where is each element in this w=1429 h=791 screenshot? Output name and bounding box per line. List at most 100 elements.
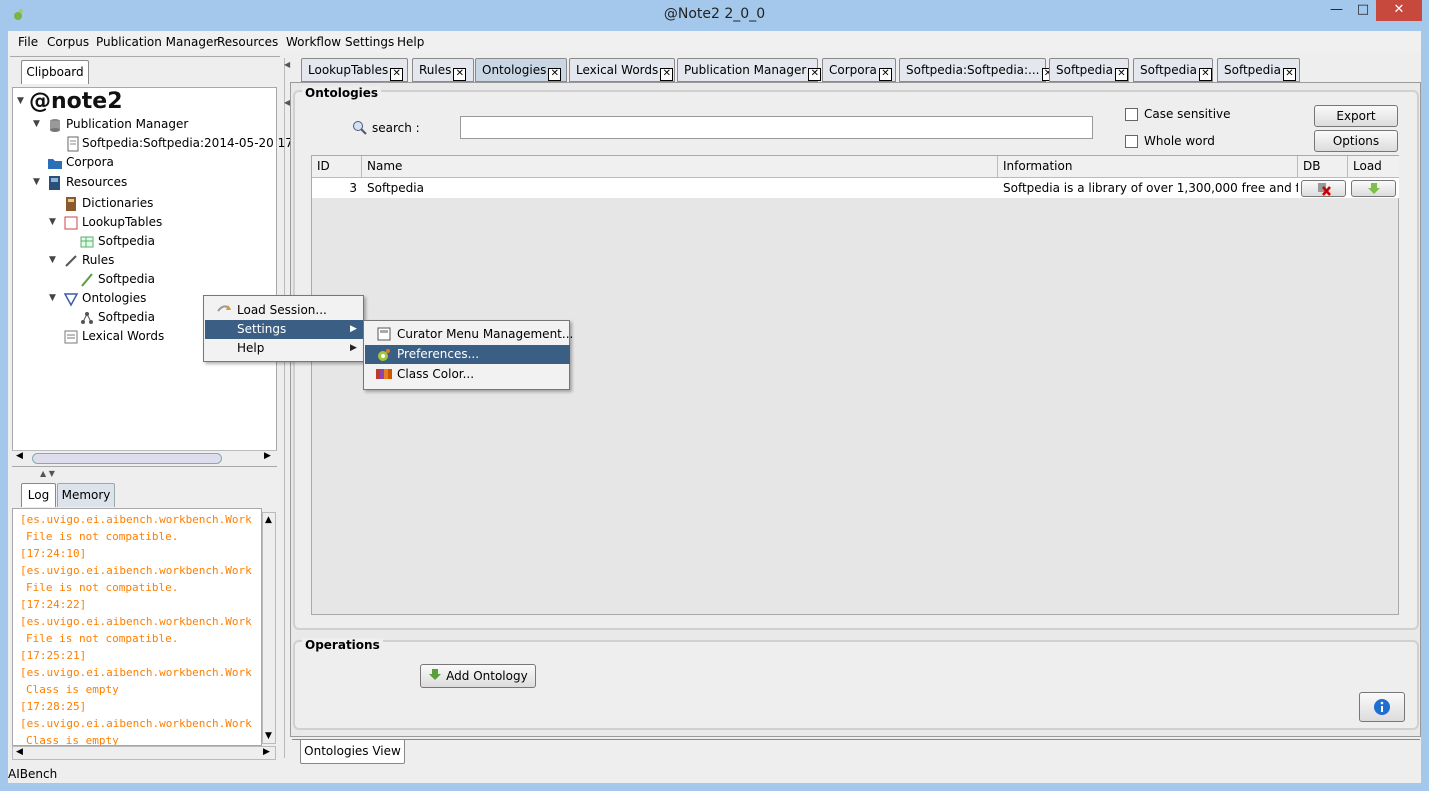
menu-item-class-color[interactable]: Class Color... [365,365,570,384]
menu-item-load-session[interactable]: Load Session... [205,301,364,320]
info-icon [1374,699,1390,715]
menu-item-settings[interactable]: Settings [205,320,364,339]
collapse-arrow-icon[interactable]: ◀ [284,60,290,69]
note2-logo: @note2 [29,89,123,114]
tab-softpedia-1[interactable]: Softpedia ✕ [1049,58,1129,82]
export-button[interactable]: Export [1314,105,1398,127]
tab-log[interactable]: Log [21,483,56,507]
log-line: [es.uvigo.ei.aibench.workbench.Work [20,564,252,577]
cell-information: Softpedia is a library of over 1,300,000… [998,178,1298,198]
tab-softpedia-doc[interactable]: Softpedia:Softpedia:... ✕ [899,58,1055,82]
tree-horizontal-scrollbar[interactable]: ◀ ▶ [12,450,277,466]
tab-lookuptables[interactable]: LookupTables ✕ [301,58,408,82]
column-header-id[interactable]: ID [312,156,362,178]
menu-file[interactable]: File [18,35,38,49]
add-ontology-button[interactable]: Add Ontology [420,664,536,688]
log-line: [es.uvigo.ei.aibench.workbench.Work [20,513,252,526]
menu-resources[interactable]: Resources [217,35,278,49]
tree-label: Softpedia [98,310,155,324]
column-header-db[interactable]: DB [1298,156,1348,178]
log-vertical-scrollbar[interactable]: ▲ ▼ [262,512,276,744]
tab-ontologies[interactable]: Ontologies ✕ [475,58,567,82]
column-header-load[interactable]: Load [1348,156,1399,178]
tree-label: Softpedia [98,234,155,248]
submenu-arrow-icon: ▶ [350,343,357,353]
submenu-arrow-icon: ▶ [350,324,357,334]
info-button[interactable] [1359,692,1405,722]
scroll-left-icon[interactable]: ◀ [16,747,23,757]
add-ontology-label: Add Ontology [446,669,528,683]
column-header-name[interactable]: Name [362,156,998,178]
whole-word-label: Whole word [1144,134,1215,148]
menu-help[interactable]: Help [397,35,424,49]
remove-from-db-button[interactable] [1301,180,1346,197]
title-bar[interactable]: @Note2 2_0_0 — □ ✕ [0,0,1429,30]
options-button[interactable]: Options [1314,130,1398,152]
split-pane-divider[interactable] [284,58,289,758]
log-horizontal-scrollbar[interactable]: ◀ ▶ [12,746,276,760]
document-icon [67,136,79,152]
close-tab-icon[interactable]: ✕ [548,68,562,81]
close-button[interactable]: ✕ [1376,0,1422,21]
load-button[interactable] [1351,180,1396,197]
search-input[interactable] [460,116,1093,139]
add-arrow-icon [429,669,442,680]
log-line: Class is empty [26,683,119,696]
log-line: [17:24:22] [20,598,87,611]
case-sensitive-checkbox[interactable] [1125,108,1138,121]
tab-label: Ontologies [482,63,547,77]
close-tab-icon[interactable]: ✕ [453,68,467,81]
close-tab-icon[interactable]: ✕ [390,68,404,81]
tree-label: Ontologies [82,291,147,305]
close-tab-icon[interactable]: ✕ [808,68,822,81]
menu-settings[interactable]: Settings [345,35,394,49]
tab-ontologies-view[interactable]: Ontologies View [300,740,405,764]
menu-corpus[interactable]: Corpus [47,35,89,49]
whole-word-checkbox[interactable] [1125,135,1138,148]
scroll-down-icon[interactable]: ▼ [265,731,272,741]
curator-icon [377,327,391,341]
tab-label: Lexical Words [576,63,659,77]
scroll-right-icon[interactable]: ▶ [264,451,271,461]
column-header-information[interactable]: Information [998,156,1298,178]
tree-label: Dictionaries [82,196,154,210]
menu-item-help[interactable]: Help [205,339,364,358]
tab-memory[interactable]: Memory [57,483,115,507]
close-tab-icon[interactable]: ✕ [1282,68,1296,81]
rule-item-icon [81,273,93,287]
minimize-button[interactable]: — [1323,0,1350,21]
tab-clipboard[interactable]: Clipboard [21,60,89,84]
ontology-item-icon [81,312,93,324]
menu-item-curator-menu-management[interactable]: Curator Menu Management... [365,325,573,344]
close-tab-icon[interactable]: ✕ [660,68,674,81]
tab-rules[interactable]: Rules ✕ [412,58,474,82]
tree-label: Lexical Words [82,329,165,343]
log-line: [17:24:10] [20,547,87,560]
scroll-up-icon[interactable]: ▲ [265,515,272,525]
tab-publication-manager[interactable]: Publication Manager ✕ [677,58,822,82]
close-tab-icon[interactable]: ✕ [1114,68,1128,81]
menu-bar: File Corpus Publication Manager Resource… [8,31,1421,53]
scroll-right-icon[interactable]: ▶ [263,747,270,757]
tab-softpedia-3[interactable]: Softpedia ✕ [1217,58,1300,82]
tab-label: Rules [419,63,452,77]
tab-label: Softpedia [1224,63,1281,77]
settings-submenu: Curator Menu Management... Preferences..… [363,320,573,390]
menu-workflow[interactable]: Workflow [286,35,341,49]
maximize-button[interactable]: □ [1350,0,1376,21]
close-tab-icon[interactable]: ✕ [878,68,892,81]
close-tab-icon[interactable]: ✕ [1198,68,1212,81]
scroll-thumb[interactable] [32,453,222,464]
expand-icon[interactable]: ▼ [17,96,27,106]
tab-corpora[interactable]: Corpora ✕ [822,58,896,82]
menu-item-preferences[interactable]: Preferences... [365,345,570,364]
tab-softpedia-2[interactable]: Softpedia ✕ [1133,58,1213,82]
tab-lexical-words[interactable]: Lexical Words ✕ [569,58,675,82]
tree-label: LookupTables [82,215,163,229]
split-arrows-icon[interactable]: ▲ ▼ [40,469,55,478]
scroll-left-icon[interactable]: ◀ [16,451,23,461]
preferences-icon [378,349,390,361]
tab-label: Corpora [829,63,877,77]
menu-publication-manager[interactable]: Publication Manager [96,35,218,49]
tab-label: Softpedia [1140,63,1197,77]
